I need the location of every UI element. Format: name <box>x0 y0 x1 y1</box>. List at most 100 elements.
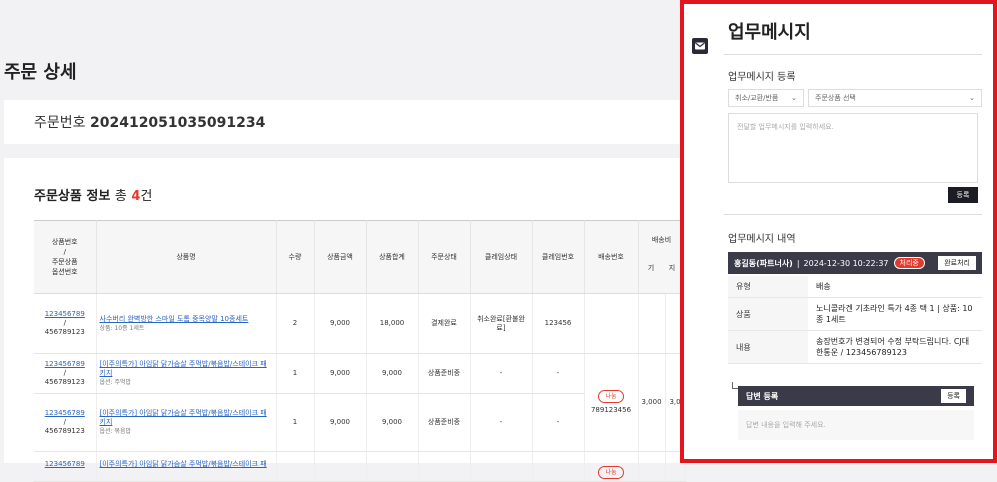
message-textarea[interactable]: 전달할 업무메시지를 입력하세요. <box>728 113 978 183</box>
row-code-cell: 123456789 <box>34 451 97 482</box>
header-ship-fee: 배송비 기 지 <box>638 220 686 294</box>
product-name-link[interactable]: 사수버리 완벽방한 스마일 도톰 중목양말 10종세트 <box>100 315 273 324</box>
ship-no-cell: 나눔 789123456 <box>584 353 639 452</box>
header-ship-fee-a: 기 <box>647 264 655 272</box>
product-code-link[interactable]: 123456789 <box>37 460 93 469</box>
row-code-cell: 123456789 / 456789123 <box>34 393 97 452</box>
divider <box>724 54 982 55</box>
message-separator: | <box>796 258 800 268</box>
empty-cell <box>638 451 666 482</box>
reply-input[interactable]: 답변 내용을 입력해 주세요. <box>738 410 974 440</box>
claim-no: - <box>532 353 585 394</box>
product-option: 상품: 10종 1세트 <box>99 324 145 332</box>
header-sum: 상품합계 <box>366 220 419 294</box>
ship-no-cell: 나눔 <box>584 451 639 482</box>
reply-title: 답변 등록 <box>746 391 779 401</box>
panel-title: 업무메시지 <box>728 22 811 43</box>
reply-header: 답변 등록 등록 <box>738 386 974 406</box>
option-code: 456789123 <box>44 378 85 386</box>
header-claim-no: 클레임번호 <box>532 220 585 294</box>
ship-fee-a: 3,000 <box>638 353 666 452</box>
status-badge: 처리중 <box>893 257 925 269</box>
price: 9,000 <box>314 353 367 394</box>
product-select-value: 주문상품 선택 <box>815 94 856 102</box>
page-title: 주문 상세 <box>4 62 77 83</box>
header-name: 상품명 <box>96 220 277 294</box>
row-code-cell: 123456789 / 456789123 <box>34 353 97 394</box>
message-author: 홍길동(파트너사) <box>734 258 793 268</box>
message-key: 상품 <box>728 297 808 331</box>
sum: 9,000 <box>366 353 419 394</box>
sum: 18,000 <box>366 293 419 354</box>
empty-cell <box>532 451 585 482</box>
product-option: 옵션: 볶음밥 <box>99 428 132 435</box>
order-number-label: 주문번호 <box>34 115 86 131</box>
message-value: 송장번호가 변경되어 수정 부탁드립니다. CJ대한통운 / 123456789… <box>808 330 982 364</box>
row-name-cell: [이주의특가] 아임닭 닭가슴살 주먹밥/볶음밥/스테이크 패 <box>96 451 277 482</box>
claim-status: 취소완료[환불완료] <box>470 293 533 354</box>
order-status: 상품준비중 <box>418 353 471 394</box>
empty-cell <box>418 451 471 482</box>
order-number-value: 202412051035091234 <box>89 115 266 131</box>
sum: 9,000 <box>366 393 419 452</box>
message-key: 내용 <box>728 330 808 364</box>
header-price: 상품금액 <box>314 220 367 294</box>
qty: 2 <box>276 293 315 354</box>
shipment-badge: 나눔 <box>598 466 624 479</box>
row-code-cell: 123456789 / 456789123 <box>34 293 97 354</box>
register-button[interactable]: 등록 <box>948 187 978 203</box>
order-number: 주문번호 202412051035091234 <box>34 112 265 132</box>
order-status: 상품준비중 <box>418 393 471 452</box>
category-select[interactable]: 취소/교환/반품 ⌄ <box>728 89 804 107</box>
order-status: 결제완료 <box>418 293 471 354</box>
empty-cell <box>276 451 315 482</box>
ship-no-empty <box>584 293 639 354</box>
product-code-link[interactable]: 123456789 <box>37 310 93 319</box>
product-name-link[interactable]: [이주의특가] 아임닭 닭가슴살 주먹밥/볶음밥/스테이크 패키지 <box>100 360 273 378</box>
code-slash: / <box>63 319 66 327</box>
category-select-value: 취소/교환/반품 <box>735 94 779 102</box>
product-select[interactable]: 주문상품 선택 ⌄ <box>808 89 982 107</box>
option-code: 456789123 <box>44 328 85 336</box>
chevron-down-icon: ⌄ <box>969 94 975 102</box>
claim-status: - <box>470 353 533 394</box>
mail-icon[interactable] <box>692 38 708 54</box>
shipment-badge: 나눔 <box>598 390 624 403</box>
header-ship-fee-label: 배송비 <box>651 236 672 244</box>
chevron-down-icon: ⌄ <box>791 94 797 102</box>
price: 9,000 <box>314 293 367 354</box>
history-title: 업무메시지 내역 <box>728 234 796 245</box>
product-code-link[interactable]: 123456789 <box>37 360 93 369</box>
product-name-link[interactable]: [이주의특가] 아임닭 닭가슴살 주먹밥/볶음밥/스테이크 패키지 <box>100 409 273 427</box>
complete-button[interactable]: 완료처리 <box>938 256 976 270</box>
header-qty: 수량 <box>276 220 315 294</box>
row-name-cell: 사수버리 완벽방한 스마일 도톰 중목양말 10종세트 상품: 10종 1세트 <box>96 293 277 354</box>
table-row: 123456789 / 456789123 [이주의특가] 아임닭 닭가슴살 주… <box>34 353 686 452</box>
qty: 1 <box>276 393 315 452</box>
product-name-link[interactable]: [이주의특가] 아임닭 닭가슴살 주먹밥/볶음밥/스테이크 패 <box>100 460 273 469</box>
code-slash: / <box>63 369 66 377</box>
product-option: 옵션: 주먹밥 <box>99 379 132 386</box>
products-count-unit: 건 <box>140 189 153 204</box>
product-code-link[interactable]: 123456789 <box>37 409 93 418</box>
products-total-label: 총 <box>114 189 127 204</box>
empty-cell <box>314 451 367 482</box>
message-key: 유형 <box>728 276 808 298</box>
claim-status: - <box>470 393 533 452</box>
message-header: 홍길동(파트너사) | 2024-12-30 10:22:37 처리중 완료처리 <box>728 252 982 274</box>
products-section-title: 주문상품 정보 총 4건 <box>34 185 152 204</box>
message-row: 내용 송장번호가 변경되어 수정 부탁드립니다. CJ대한통운 / 123456… <box>728 330 982 364</box>
reply-register-button[interactable]: 등록 <box>941 389 966 403</box>
qty: 1 <box>276 353 315 394</box>
header-status: 주문상태 <box>418 220 471 294</box>
message-value: 배송 <box>808 276 982 298</box>
header-code: 상품번호 / 주문상품 옵션번호 <box>34 220 97 294</box>
row-name-cell: [이주의특가] 아임닭 닭가슴살 주먹밥/볶음밥/스테이크 패키지 옵션: 주먹… <box>96 353 277 394</box>
option-code: 456789123 <box>44 427 85 435</box>
header-claim-status: 클레임상태 <box>470 220 533 294</box>
header-ship-fee-b: 지 <box>668 264 676 272</box>
header-ship-no: 배송번호 <box>584 220 639 294</box>
empty-cell <box>470 451 533 482</box>
claim-no: - <box>532 393 585 452</box>
register-title: 업무메시지 등록 <box>728 72 796 83</box>
